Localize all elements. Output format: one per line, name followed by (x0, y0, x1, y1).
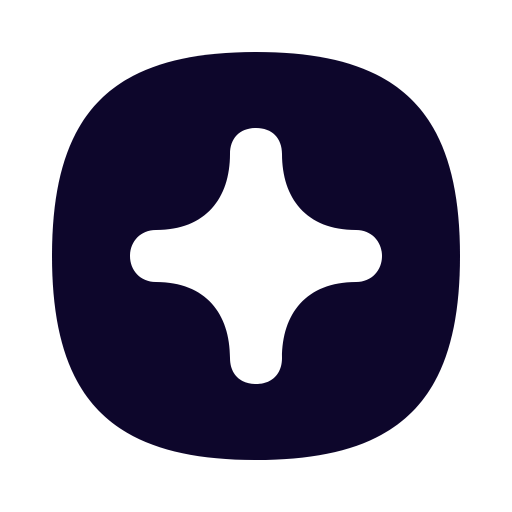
icon-canvas (0, 0, 512, 512)
app-icon[interactable] (0, 0, 512, 512)
app-icon-graphic (52, 52, 460, 460)
